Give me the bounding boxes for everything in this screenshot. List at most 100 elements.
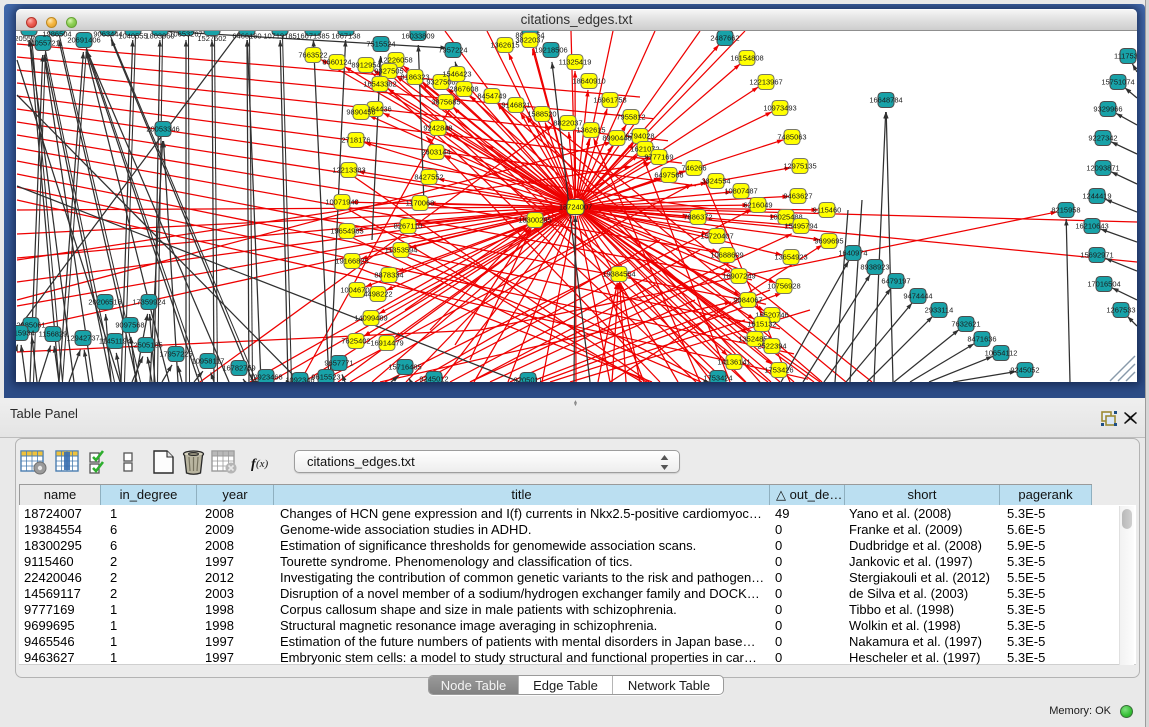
svg-text:7955812: 7955812: [616, 113, 645, 122]
svg-text:9777169: 9777169: [644, 153, 673, 162]
svg-text:3824554: 3824554: [701, 177, 730, 186]
svg-text:14055721: 14055721: [26, 39, 59, 48]
svg-text:9097568: 9097568: [115, 321, 144, 330]
svg-text:18640910: 18640910: [572, 77, 605, 86]
svg-text:9463627: 9463627: [783, 192, 812, 201]
svg-text:20053346: 20053346: [146, 125, 179, 134]
svg-text:10654112: 10654112: [985, 349, 1018, 358]
svg-text:16648784: 16648784: [869, 96, 902, 105]
svg-text:8215958: 8215958: [1051, 206, 1080, 215]
svg-text:1156829: 1156829: [39, 330, 68, 339]
svg-text:1117536: 1117536: [1114, 52, 1137, 61]
svg-text:6479197: 6479197: [881, 277, 910, 286]
svg-text:3822037: 3822037: [515, 36, 544, 45]
svg-text:19654985: 19654985: [330, 227, 363, 236]
svg-text:9205011: 9205011: [514, 376, 543, 383]
svg-text:10973493: 10973493: [763, 104, 796, 113]
svg-text:10958117: 10958117: [192, 357, 225, 366]
svg-text:7515524: 7515524: [366, 40, 395, 49]
svg-text:16543382: 16543382: [363, 80, 396, 89]
svg-text:2522394: 2522394: [757, 342, 786, 351]
svg-text:1753426: 1753426: [764, 366, 793, 375]
svg-text:9474444: 9474444: [903, 292, 932, 301]
svg-text:(x): (x): [256, 458, 269, 470]
svg-text:7485063: 7485063: [777, 133, 806, 142]
svg-text:12213383: 12213383: [332, 166, 365, 175]
svg-text:16154808: 16154808: [730, 54, 763, 63]
svg-text:9245052: 9245052: [1010, 366, 1039, 375]
svg-text:3915934: 3915934: [16, 329, 35, 338]
svg-text:1527602: 1527602: [197, 34, 226, 43]
svg-text:16671385: 16671385: [296, 32, 329, 41]
svg-text:7957224: 7957224: [438, 46, 467, 55]
svg-text:6794028: 6794028: [625, 132, 654, 141]
svg-text:2718176: 2718176: [341, 136, 370, 145]
svg-text:9245012: 9245012: [419, 375, 448, 383]
svg-text:12923468: 12923468: [249, 373, 282, 382]
svg-text:15720407: 15720407: [700, 232, 733, 241]
svg-text:2603144: 2603144: [421, 148, 450, 157]
svg-text:1267533: 1267533: [1106, 306, 1135, 315]
svg-text:17957225: 17957225: [159, 350, 192, 359]
svg-text:19166825: 19166825: [335, 257, 368, 266]
svg-text:1170068: 1170068: [406, 199, 435, 208]
svg-text:15751074: 15751074: [1101, 78, 1134, 87]
svg-text:8267110: 8267110: [394, 222, 423, 231]
svg-text:8186323: 8186323: [400, 73, 429, 82]
svg-text:1588520: 1588520: [527, 110, 556, 119]
svg-text:6466160: 6466160: [232, 32, 261, 41]
svg-text:16961758: 16961758: [593, 96, 626, 105]
svg-text:1244419: 1244419: [1082, 192, 1111, 201]
svg-text:1615132: 1615132: [747, 320, 776, 329]
svg-text:9227342: 9227342: [1088, 134, 1117, 143]
svg-text:18907249: 18907249: [722, 272, 755, 281]
svg-text:14099489: 14099489: [354, 314, 387, 323]
svg-text:12093871: 12093871: [1086, 164, 1119, 173]
svg-text:3875685: 3875685: [431, 98, 460, 107]
svg-text:18724007: 18724007: [559, 203, 592, 212]
svg-text:746266: 746266: [681, 164, 706, 173]
svg-text:13654923: 13654923: [774, 253, 807, 262]
svg-text:15716485: 15716485: [388, 363, 421, 372]
svg-text:9327505: 9327505: [374, 67, 403, 76]
svg-text:9699695: 9699695: [814, 237, 843, 246]
svg-text:1092346: 1092346: [285, 376, 314, 383]
svg-text:9146821: 9146821: [501, 101, 530, 110]
svg-text:16033809: 16033809: [401, 32, 434, 41]
svg-text:9615523: 9615523: [311, 373, 340, 382]
svg-text:12975135: 12975135: [783, 162, 816, 171]
svg-text:1362615: 1362615: [490, 41, 519, 50]
svg-text:11353594: 11353594: [385, 246, 418, 255]
svg-text:2867608: 2867608: [449, 85, 478, 94]
svg-text:1040555: 1040555: [118, 32, 147, 41]
svg-text:1640974: 1640974: [838, 249, 867, 258]
svg-text:2933114: 2933114: [925, 306, 954, 315]
svg-text:9115460: 9115460: [813, 206, 842, 215]
svg-text:8427552: 8427552: [414, 173, 443, 182]
svg-text:11451194: 11451194: [99, 337, 131, 346]
svg-text:15495794: 15495794: [784, 222, 817, 231]
svg-text:10756928: 10756928: [767, 282, 800, 291]
svg-text:9890456: 9890456: [346, 108, 375, 117]
svg-text:1546423: 1546423: [442, 70, 471, 79]
svg-text:12213967: 12213967: [749, 78, 782, 87]
svg-text:17359924: 17359924: [132, 298, 165, 307]
svg-text:4498222: 4498222: [363, 290, 392, 299]
svg-text:8471636: 8471636: [967, 335, 996, 344]
svg-text:10071940: 10071940: [325, 198, 358, 207]
svg-text:11325419: 11325419: [559, 58, 592, 67]
svg-text:10719185: 10719185: [263, 32, 296, 41]
svg-text:6497568: 6497568: [654, 171, 683, 180]
svg-text:12942737: 12942737: [66, 334, 99, 343]
svg-text:16210643: 16210643: [1075, 222, 1108, 231]
svg-text:16914479: 16914479: [370, 339, 403, 348]
svg-text:9657771: 9657771: [324, 359, 353, 368]
svg-text:9329966: 9329966: [1093, 105, 1122, 114]
svg-text:2487662: 2487662: [710, 34, 739, 43]
svg-text:7632621: 7632621: [951, 320, 980, 329]
svg-text:1362615: 1362615: [576, 126, 605, 135]
svg-text:19384554: 19384554: [602, 270, 635, 279]
svg-text:14136141: 14136141: [717, 358, 750, 367]
svg-text:6216049: 6216049: [743, 201, 772, 210]
svg-text:9242848: 9242848: [423, 124, 452, 133]
